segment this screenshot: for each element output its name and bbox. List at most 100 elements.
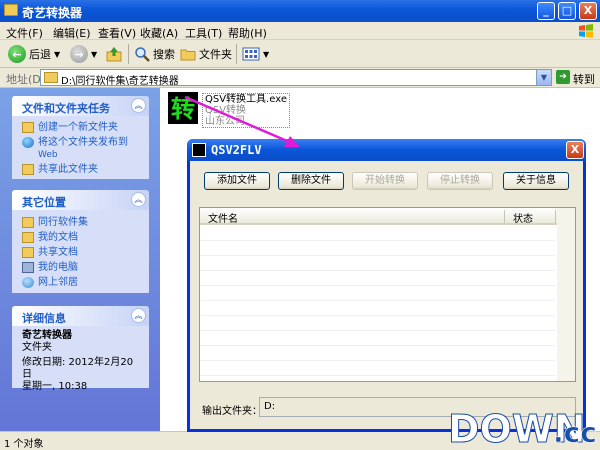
file-tasks-title: 文件和文件夹任务 bbox=[22, 102, 110, 115]
place-shared-documents[interactable]: 共享文档 bbox=[12, 245, 149, 260]
menu-tools[interactable]: 工具(T) bbox=[185, 25, 222, 41]
folders-button[interactable]: 文件夹 bbox=[180, 45, 232, 63]
place-my-computer[interactable]: 我的电脑 bbox=[12, 260, 149, 275]
menu-view[interactable]: 查看(V) bbox=[98, 25, 136, 41]
new-folder-icon bbox=[22, 122, 34, 133]
file-name: QSV转换工具.exe bbox=[205, 94, 287, 105]
back-label: 后退 bbox=[29, 48, 51, 61]
menu-favorites[interactable]: 收藏(A) bbox=[140, 25, 178, 41]
views-button[interactable]: ▼ bbox=[242, 45, 269, 63]
task-publish-web-continued[interactable]: Web bbox=[12, 150, 149, 162]
details-title: 详细信息 bbox=[22, 312, 66, 325]
remove-file-button[interactable]: 删除文件 bbox=[278, 172, 344, 190]
svg-text:转: 转 bbox=[171, 95, 195, 123]
window-title: 奇艺转换器 bbox=[22, 6, 83, 20]
network-icon bbox=[22, 277, 34, 288]
search-icon bbox=[135, 47, 150, 62]
go-button[interactable]: 转到 bbox=[573, 71, 595, 87]
file-tasks-header[interactable]: 文件和文件夹任务 ︽ bbox=[12, 96, 149, 116]
column-header-filename[interactable]: 文件名 bbox=[208, 210, 238, 225]
address-input[interactable]: D:\同行软件集\奇艺转换器 ▼ bbox=[40, 69, 552, 87]
stop-convert-button[interactable]: 停止转换 bbox=[427, 172, 493, 190]
status-text: 1 个对象 bbox=[4, 439, 44, 450]
menu-edit[interactable]: 编辑(E) bbox=[53, 25, 91, 41]
folder-icon bbox=[4, 4, 18, 16]
chevron-down-icon: ▼ bbox=[263, 49, 270, 59]
file-description: QSV转换 bbox=[205, 105, 247, 116]
windows-logo-icon bbox=[579, 24, 593, 38]
toolbar: ← 后退 ▼ → ▼ 搜索 文件夹 ▼ bbox=[0, 40, 600, 68]
toolbar-separator bbox=[236, 44, 237, 64]
address-bar: 地址(D) D:\同行软件集\奇艺转换器 ▼ ➔ 转到 bbox=[0, 68, 600, 88]
share-folder-icon bbox=[22, 164, 34, 175]
back-button[interactable]: ← 后退 ▼ bbox=[8, 45, 60, 63]
toolbar-separator bbox=[128, 44, 129, 64]
other-places-header[interactable]: 其它位置 ︽ bbox=[12, 190, 149, 210]
details-panel: 详细信息 ︽ 奇艺转换器 文件夹 修改日期: 2012年2月20日 星期一, 1… bbox=[12, 306, 149, 392]
start-convert-button[interactable]: 开始转换 bbox=[352, 172, 418, 190]
file-tasks-panel: 文件和文件夹任务 ︽ 创建一个新文件夹 将这个文件夹发布到 Web 共享此文件夹 bbox=[12, 96, 149, 179]
exe-file-icon[interactable]: 转 bbox=[168, 92, 198, 124]
menu-help[interactable]: 帮助(H) bbox=[228, 25, 267, 41]
globe-icon bbox=[22, 137, 34, 148]
about-button[interactable]: 关于信息 bbox=[503, 172, 569, 190]
file-item-label[interactable]: QSV转换工具.exe QSV转换 山东公司 bbox=[202, 93, 290, 128]
search-button[interactable]: 搜索 bbox=[134, 45, 175, 63]
place-network[interactable]: 网上邻居 bbox=[12, 275, 149, 290]
details-weekday: 星期一, 10:38 bbox=[22, 381, 88, 392]
task-new-folder[interactable]: 创建一个新文件夹 bbox=[12, 120, 149, 135]
address-path: D:\同行软件集\奇艺转换器 bbox=[61, 76, 179, 87]
list-row bbox=[200, 302, 555, 316]
address-dropdown-button[interactable]: ▼ bbox=[536, 70, 551, 85]
details-header[interactable]: 详细信息 ︽ bbox=[12, 306, 149, 326]
details-name: 奇艺转换器 bbox=[22, 330, 72, 341]
collapse-chevron-icon[interactable]: ︽ bbox=[131, 308, 146, 323]
details-modified: 修改日期: 2012年2月20日 bbox=[22, 357, 134, 380]
collapse-chevron-icon[interactable]: ︽ bbox=[131, 192, 146, 207]
explorer-titlebar[interactable]: 奇艺转换器 _ □ X bbox=[0, 0, 600, 22]
go-arrow-icon[interactable]: ➔ bbox=[556, 70, 570, 84]
place-parent-folder[interactable]: 同行软件集 bbox=[12, 215, 149, 230]
place-my-documents[interactable]: 我的文档 bbox=[12, 230, 149, 245]
menu-file[interactable]: 文件(F) bbox=[6, 25, 43, 41]
dialog-close-button[interactable]: X bbox=[566, 141, 584, 159]
column-divider[interactable] bbox=[504, 210, 505, 223]
watermark-logo: DOWN .cc bbox=[448, 407, 597, 449]
minimize-button[interactable]: _ bbox=[537, 2, 555, 20]
menu-bar: 文件(F) 编辑(E) 查看(V) 收藏(A) 工具(T) 帮助(H) bbox=[0, 22, 600, 40]
close-button[interactable]: X bbox=[579, 2, 597, 20]
up-folder-icon bbox=[106, 47, 122, 62]
column-header-status[interactable]: 状态 bbox=[513, 210, 533, 225]
my-documents-icon bbox=[22, 232, 34, 243]
list-row bbox=[200, 257, 555, 271]
list-row bbox=[200, 242, 555, 256]
computer-icon bbox=[22, 262, 34, 273]
list-row bbox=[200, 287, 555, 301]
other-places-panel: 其它位置 ︽ 同行软件集 我的文档 共享文档 我的电脑 网上邻居 bbox=[12, 190, 149, 293]
file-company: 山东公司 bbox=[205, 116, 245, 127]
forward-button[interactable]: → ▼ bbox=[70, 45, 97, 63]
chevron-down-icon: ▼ bbox=[91, 49, 98, 59]
list-row bbox=[200, 227, 555, 241]
collapse-chevron-icon[interactable]: ︽ bbox=[131, 98, 146, 113]
folders-label: 文件夹 bbox=[199, 48, 232, 61]
maximize-button[interactable]: □ bbox=[558, 2, 576, 20]
back-arrow-icon: ← bbox=[8, 45, 26, 63]
list-row bbox=[200, 347, 555, 361]
folders-icon bbox=[180, 49, 196, 61]
output-folder-label: 输出文件夹： bbox=[202, 406, 262, 417]
views-icon bbox=[242, 47, 260, 61]
task-publish-web[interactable]: 将这个文件夹发布到 bbox=[12, 135, 149, 150]
up-button[interactable] bbox=[106, 45, 122, 63]
details-type: 文件夹 bbox=[22, 342, 52, 353]
dialog-titlebar[interactable]: QSV2FLV X bbox=[187, 139, 586, 161]
add-file-button[interactable]: 添加文件 bbox=[204, 172, 270, 190]
file-list-view[interactable]: 文件名 状态 bbox=[199, 207, 576, 382]
svg-text:.cc: .cc bbox=[553, 416, 597, 448]
column-divider[interactable] bbox=[555, 210, 556, 223]
list-row bbox=[200, 332, 555, 346]
task-share-folder[interactable]: 共享此文件夹 bbox=[12, 162, 149, 177]
vertical-scrollbar[interactable] bbox=[557, 208, 575, 381]
list-row bbox=[200, 362, 555, 376]
green-character-icon: 转 bbox=[171, 95, 195, 123]
